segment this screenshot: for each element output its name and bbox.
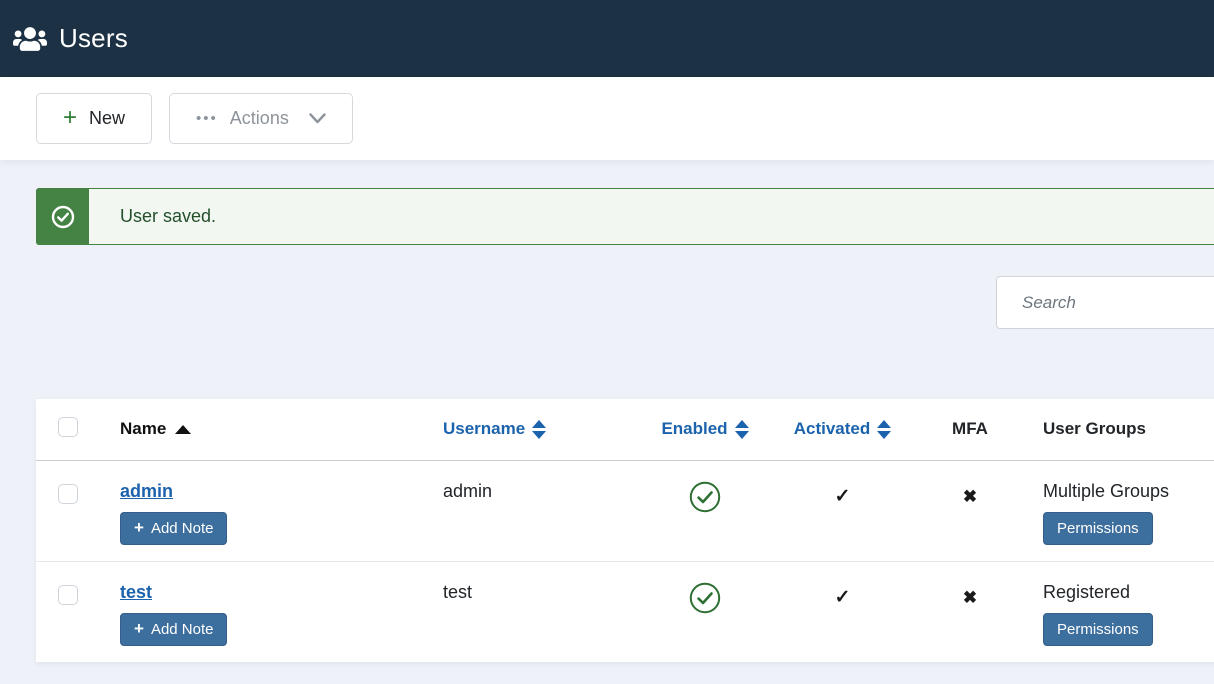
chevron-down-icon bbox=[309, 113, 326, 124]
enabled-toggle-button[interactable] bbox=[689, 481, 721, 516]
row-checkbox[interactable] bbox=[58, 585, 78, 605]
permissions-label: Permissions bbox=[1057, 520, 1139, 537]
users-icon bbox=[13, 24, 47, 54]
plus-icon: + bbox=[134, 519, 144, 536]
actions-button-label: Actions bbox=[230, 108, 289, 129]
users-table-card: Name Username Enabled bbox=[36, 399, 1214, 662]
table-row-admin: admin + Add Note admin bbox=[36, 460, 1214, 561]
mfa-cross-icon: ✖ bbox=[963, 487, 977, 506]
add-note-label: Add Note bbox=[151, 520, 214, 537]
users-table: Name Username Enabled bbox=[36, 399, 1214, 662]
sort-icon bbox=[877, 420, 891, 439]
mfa-cross-icon: ✖ bbox=[963, 588, 977, 607]
sort-icon bbox=[735, 420, 749, 439]
alert-message: User saved. bbox=[89, 189, 216, 244]
enabled-toggle-button[interactable] bbox=[689, 582, 721, 617]
circle-check-icon bbox=[51, 205, 75, 229]
column-header-activated-label: Activated bbox=[794, 419, 871, 439]
app-header: Users bbox=[0, 0, 1214, 77]
enabled-circle-check-icon bbox=[689, 481, 721, 513]
new-button[interactable]: + New bbox=[36, 93, 152, 144]
user-name-link[interactable]: test bbox=[120, 582, 152, 602]
permissions-button[interactable]: Permissions bbox=[1043, 613, 1153, 646]
column-header-name[interactable]: Name bbox=[120, 419, 191, 439]
table-header-row: Name Username Enabled bbox=[36, 399, 1214, 460]
column-header-mfa: MFA bbox=[920, 399, 1020, 460]
column-header-username[interactable]: Username bbox=[443, 419, 546, 439]
sort-ascending-icon bbox=[175, 425, 191, 434]
actions-button[interactable]: ••• Actions bbox=[169, 93, 353, 144]
add-note-button[interactable]: + Add Note bbox=[120, 512, 227, 545]
username-cell: test bbox=[435, 561, 645, 662]
sort-icon bbox=[532, 420, 546, 439]
enabled-circle-check-icon bbox=[689, 582, 721, 614]
column-header-enabled-label: Enabled bbox=[661, 419, 727, 439]
user-groups-text: Registered bbox=[1043, 582, 1130, 602]
user-name-link[interactable]: admin bbox=[120, 481, 173, 501]
alert-icon-block bbox=[36, 188, 89, 245]
add-note-button[interactable]: + Add Note bbox=[120, 613, 227, 646]
plus-icon: + bbox=[134, 620, 144, 637]
column-header-enabled[interactable]: Enabled bbox=[661, 419, 748, 439]
table-row-test: test + Add Note test bbox=[36, 561, 1214, 662]
activated-check-icon[interactable]: ✓ bbox=[835, 587, 851, 608]
ellipsis-icon: ••• bbox=[196, 111, 218, 126]
page-title: Users bbox=[59, 23, 128, 54]
column-header-user-groups: User Groups bbox=[1020, 399, 1214, 460]
search-container bbox=[996, 276, 1214, 329]
user-groups-text: Multiple Groups bbox=[1043, 481, 1169, 501]
plus-icon: + bbox=[63, 106, 77, 130]
username-cell: admin bbox=[435, 460, 645, 561]
new-button-label: New bbox=[89, 108, 125, 129]
success-alert: User saved. bbox=[36, 188, 1214, 245]
select-all-checkbox[interactable] bbox=[58, 417, 78, 437]
activated-check-icon[interactable]: ✓ bbox=[835, 486, 851, 507]
column-header-name-label: Name bbox=[120, 419, 166, 439]
add-note-label: Add Note bbox=[151, 621, 214, 638]
column-header-username-label: Username bbox=[443, 419, 525, 439]
permissions-button[interactable]: Permissions bbox=[1043, 512, 1153, 545]
permissions-label: Permissions bbox=[1057, 621, 1139, 638]
row-checkbox[interactable] bbox=[58, 484, 78, 504]
search-input[interactable] bbox=[996, 276, 1214, 329]
column-header-activated[interactable]: Activated bbox=[794, 419, 892, 439]
toolbar: + New ••• Actions bbox=[0, 77, 1214, 160]
